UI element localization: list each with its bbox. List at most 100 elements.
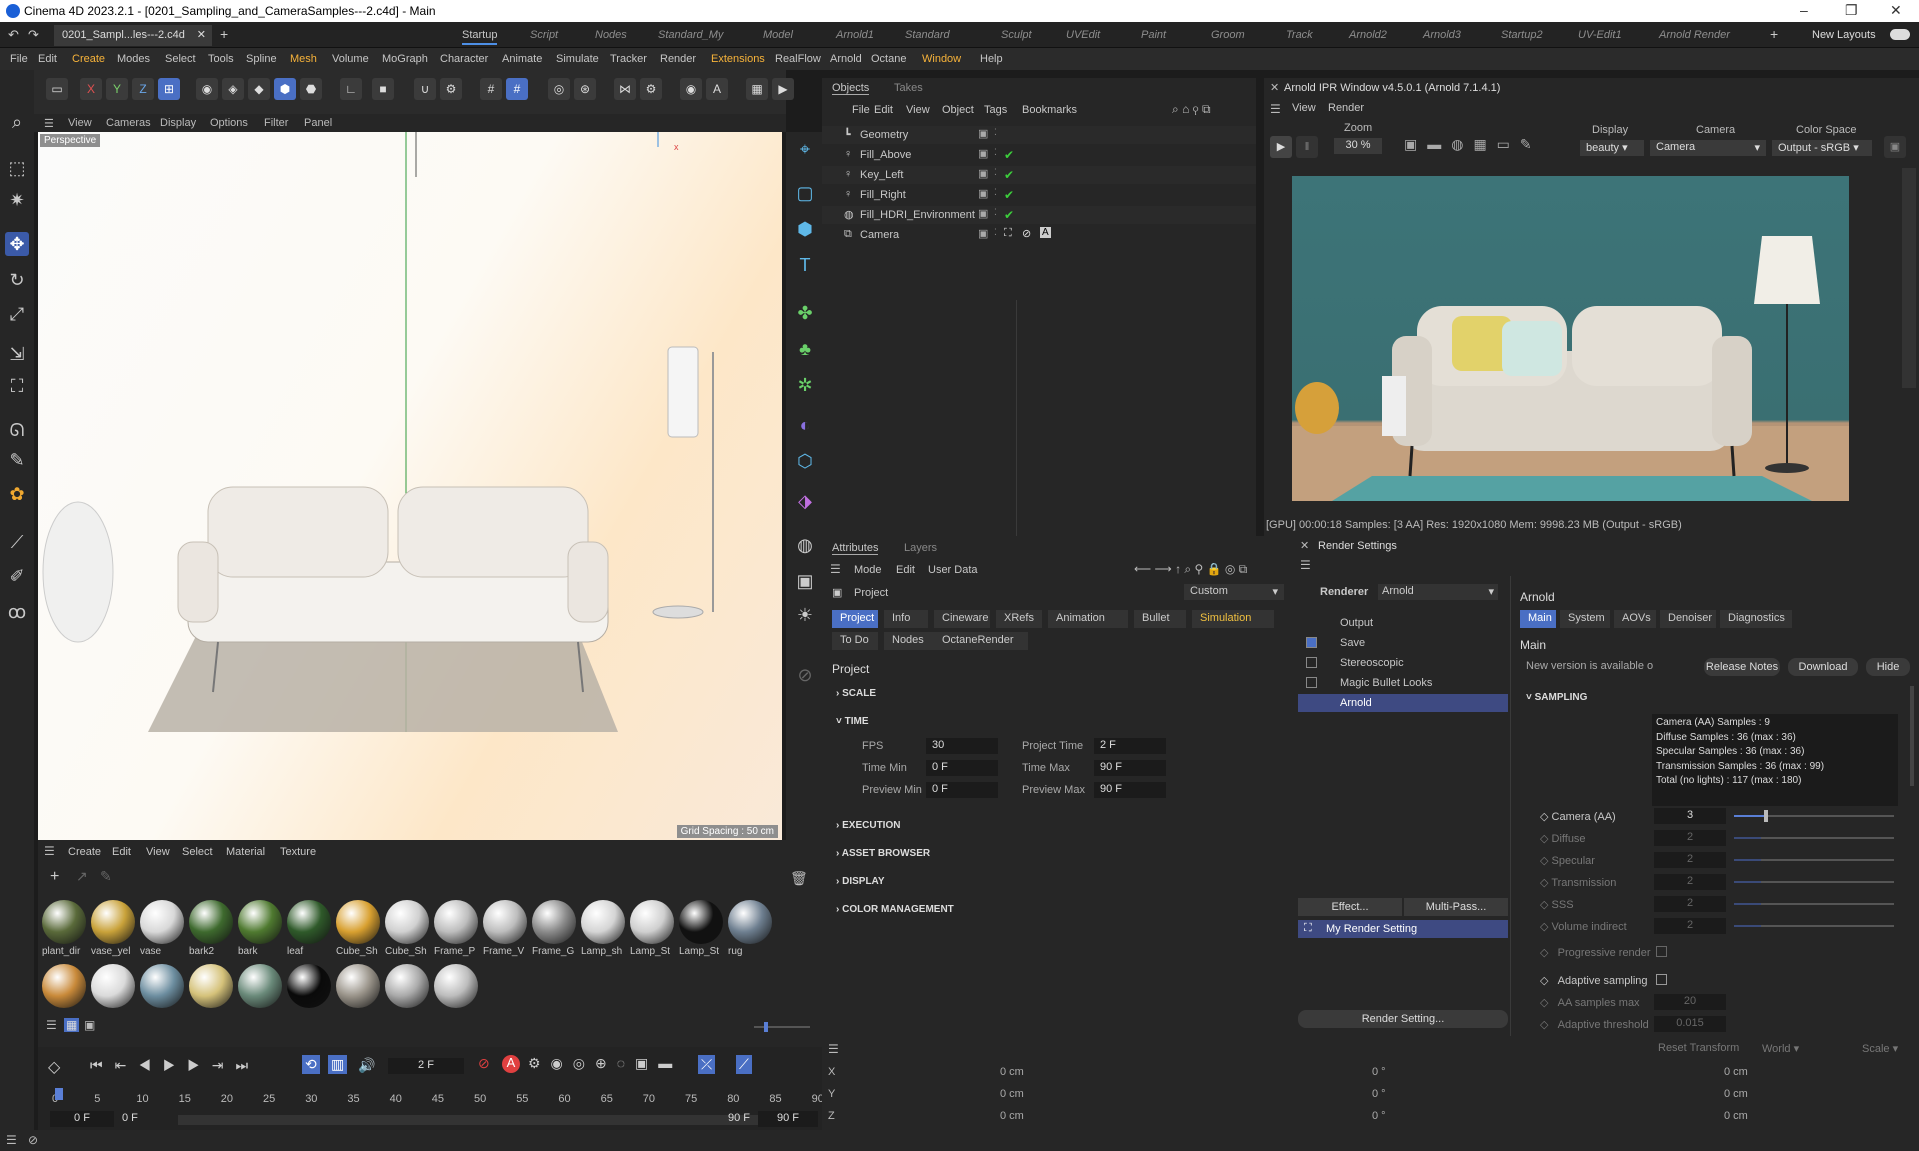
fps-field[interactable]: 30 (926, 738, 998, 754)
layout-toggle[interactable] (1890, 29, 1910, 40)
material-swatch[interactable] (238, 964, 282, 1008)
sound-icon[interactable]: 🔊 (358, 1057, 375, 1074)
zoom-field[interactable]: 30 % (1334, 138, 1382, 154)
render-view-icon[interactable]: ▭ (46, 78, 68, 100)
model-mode-icon[interactable]: ⬢ (274, 78, 296, 100)
menu-edit[interactable]: Edit (38, 53, 57, 65)
visibility-dots-icon[interactable]: ⁚ (994, 127, 997, 138)
new-layouts-button[interactable]: New Layouts (1812, 29, 1876, 41)
render-active-icon[interactable]: ▶ (772, 78, 794, 100)
render-settings-item-output[interactable]: Output (1298, 614, 1508, 632)
trash-icon[interactable]: 🗑 (790, 870, 808, 887)
coord-rotation-field[interactable]: 0 ° (1372, 1088, 1386, 1100)
sample-slider[interactable] (1734, 903, 1894, 905)
layout-tab-10[interactable]: Groom (1211, 29, 1245, 41)
material-swatch[interactable] (287, 900, 331, 944)
layout-tab-5[interactable]: Arnold1 (836, 29, 874, 41)
camera-dropdown[interactable]: Camera ▾ (1650, 140, 1766, 156)
key-tools[interactable]: ⚙◉◎⊕◌▣▬ (528, 1055, 682, 1072)
section-asset-browser[interactable]: › ASSET BROWSER (836, 848, 930, 859)
aa-max-field[interactable]: 20 (1654, 994, 1726, 1010)
sculpt-icon[interactable]: ✿ (5, 482, 29, 506)
project-time-field[interactable]: 2 F (1094, 738, 1166, 754)
objects-menu-bookmarks[interactable]: Bookmarks (1022, 104, 1077, 116)
attr-tab-cineware[interactable]: Cineware (934, 610, 990, 628)
material-swatch[interactable] (42, 964, 86, 1008)
edit-icon[interactable]: ✎ (100, 868, 112, 885)
texture-mode-icon[interactable]: ⬣ (300, 78, 322, 100)
visibility-editor-icon[interactable]: ▣ (978, 167, 988, 180)
object-row[interactable]: ♀ Fill_Above ▣ ⁚ ✔ (822, 146, 1256, 164)
menu-extensions[interactable]: Extensions (711, 53, 765, 65)
layout-tab-9[interactable]: Paint (1141, 29, 1166, 41)
workplane-icon[interactable]: ∟ (340, 78, 362, 100)
tab-takes[interactable]: Takes (894, 82, 923, 94)
attr-nav-icons[interactable]: ⟵ ⟶ ↑ ⌕ ⚲ 🔒 ◎ ⧉ (1134, 562, 1247, 577)
menu-mesh[interactable]: Mesh (290, 53, 317, 65)
tab-attributes[interactable]: Attributes (832, 542, 879, 555)
material-size-slider[interactable] (754, 1022, 810, 1032)
menu-create[interactable]: Create (72, 53, 105, 65)
object-row[interactable]: ┗ Geometry ▣ ⁚ (822, 126, 1256, 144)
menu-tracker[interactable]: Tracker (610, 53, 647, 65)
attr-tab-octanerender[interactable]: OctaneRender (934, 632, 1028, 650)
deformer-icon[interactable]: ◐ (792, 412, 818, 438)
material-swatch[interactable] (336, 900, 380, 944)
render-setting-entry[interactable]: ⛶ My Render Setting (1298, 920, 1508, 938)
material-menu-material[interactable]: Material (226, 846, 265, 858)
material-menu-icon[interactable]: ☰ (44, 844, 55, 858)
grid-view-icon[interactable]: ▦ (64, 1018, 80, 1032)
magnet-icon[interactable]: ᘏ (5, 418, 29, 442)
viewport-menu-view[interactable]: View (68, 117, 92, 129)
menu-tools[interactable]: Tools (208, 53, 234, 65)
camera-tag-icon[interactable]: ⛶ (1004, 227, 1012, 240)
playback-controls[interactable]: ⏮⇤◀▶▶⇥⏭ (90, 1057, 260, 1074)
selection-tool-icon[interactable]: ⬚ (5, 156, 29, 180)
menu-arnold[interactable]: Arnold (830, 53, 862, 65)
generator-icon[interactable]: ⬗ (792, 488, 818, 514)
visibility-editor-icon[interactable]: ▣ (978, 147, 988, 160)
material-swatch[interactable] (42, 900, 86, 944)
scale-tool-icon[interactable]: ⤢ (5, 302, 29, 326)
grid-icon[interactable]: # (480, 78, 502, 100)
rectangle-icon[interactable]: ▢ (792, 180, 818, 206)
release-notes-button[interactable]: Release Notes (1704, 658, 1780, 676)
enabled-check-icon[interactable]: ✔ (1004, 188, 1014, 202)
preview-range-bar[interactable] (178, 1115, 758, 1125)
material-swatch[interactable] (385, 900, 429, 944)
ipr-menu-render[interactable]: Render (1328, 102, 1364, 114)
fps-mode-icon[interactable]: ▥ (328, 1055, 348, 1074)
render-settings-item-save[interactable]: Save (1298, 634, 1508, 652)
paint-icon[interactable]: ✎ (5, 448, 29, 472)
material-swatch[interactable] (91, 900, 135, 944)
sample-value-field[interactable]: 3 (1654, 808, 1726, 824)
attr-menu-edit[interactable]: Edit (896, 564, 915, 576)
large-view-icon[interactable]: ▣ (84, 1018, 95, 1032)
objects-menu-view[interactable]: View (906, 104, 930, 116)
material-swatch[interactable] (189, 964, 233, 1008)
attr-tab-project[interactable]: Project (832, 610, 878, 628)
fcurve-icon[interactable]: ⟋ (736, 1055, 752, 1074)
effector-icon[interactable]: ✲ (792, 372, 818, 398)
attr-tab-to-do[interactable]: To Do (832, 632, 878, 650)
status-menu-icon[interactable]: ☰ (6, 1133, 17, 1147)
coord-scale-field[interactable]: 0 cm (1724, 1088, 1748, 1100)
edges-mode-icon[interactable]: ◈ (222, 78, 244, 100)
start-frame-field[interactable]: 0 F (50, 1111, 114, 1127)
slider-handle[interactable] (1764, 810, 1768, 822)
menu-volume[interactable]: Volume (332, 53, 369, 65)
menu-realflow[interactable]: RealFlow (775, 53, 821, 65)
playhead[interactable] (55, 1088, 63, 1100)
material-swatch[interactable] (91, 964, 135, 1008)
sample-slider[interactable] (1734, 859, 1894, 861)
undo-icon[interactable]: ↶ (8, 27, 19, 43)
home-icon[interactable]: ⌂ (1182, 102, 1189, 116)
arnold-tag-icon[interactable]: A (1040, 227, 1051, 238)
menu-select[interactable]: Select (165, 53, 196, 65)
tab-layers[interactable]: Layers (904, 542, 937, 554)
visibility-dots-icon[interactable]: ⁚ (994, 167, 997, 178)
add-tab-icon[interactable]: + (220, 26, 228, 42)
protection-tag-icon[interactable]: ⊘ (1022, 227, 1031, 240)
render-setting-button[interactable]: Render Setting... (1298, 1010, 1508, 1028)
mirror-icon[interactable]: ⋈ (614, 78, 636, 100)
